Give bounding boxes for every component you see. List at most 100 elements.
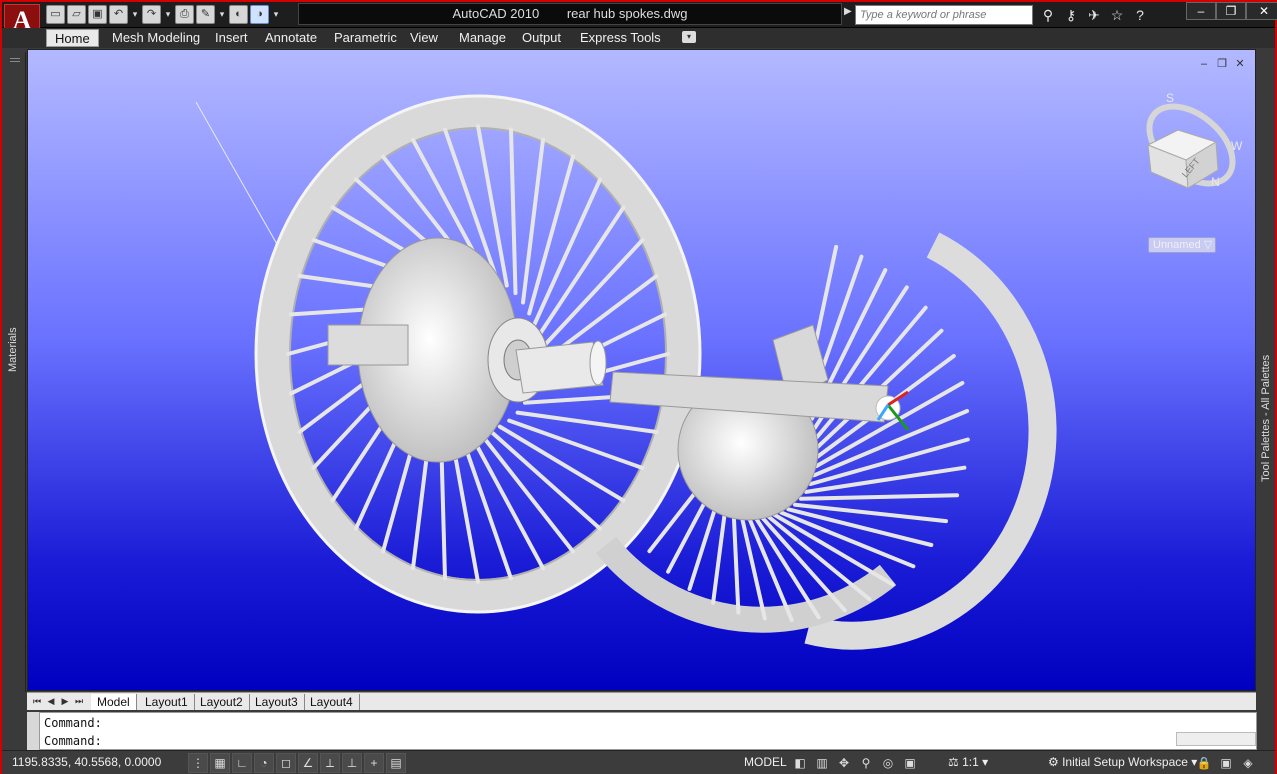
steering-wheel-icon[interactable]: ◎: [878, 753, 898, 773]
lineweight-icon[interactable]: +: [364, 753, 384, 773]
search-input[interactable]: Type a keyword or phrase: [855, 5, 1033, 25]
quick-view-icon[interactable]: ▥: [812, 753, 832, 773]
workspace-switcher[interactable]: ⚙ Initial Setup Workspace ▾: [1048, 755, 1197, 769]
tab-view[interactable]: View: [402, 29, 446, 47]
viewcube[interactable]: LEFT S W N: [1135, 91, 1247, 199]
drawing-viewport[interactable]: LEFT S W N – ❐ ✕ Unnamed ▽: [27, 49, 1256, 691]
open-icon[interactable]: ▱: [67, 5, 86, 24]
materials-palette-label: Materials: [7, 327, 19, 372]
favorites-star-icon[interactable]: ☆: [1107, 5, 1127, 25]
pan-icon[interactable]: ✥: [834, 753, 854, 773]
first-layout-icon[interactable]: ⏮: [31, 695, 43, 708]
tab-parametric[interactable]: Parametric: [326, 29, 405, 47]
file-title: rear hub spokes.dwg: [566, 6, 688, 21]
last-layout-icon[interactable]: ⏭: [73, 695, 85, 708]
command-scrollbar[interactable]: [1176, 732, 1256, 746]
model-space-toggle[interactable]: MODEL: [744, 755, 787, 769]
ducs-icon[interactable]: ⟂: [320, 753, 340, 773]
ribbon-tabs: Home Mesh Modeling Insert Annotate Param…: [2, 28, 1275, 48]
binoculars-icon[interactable]: ⚲: [1038, 5, 1058, 25]
annotation-scale[interactable]: ⚖ 1:1 ▾: [948, 755, 988, 769]
tab-layout2[interactable]: Layout2: [194, 694, 250, 710]
viewport-close-icon[interactable]: ✕: [1233, 58, 1247, 70]
search-expand-icon[interactable]: ▶: [844, 6, 852, 17]
spoke: [757, 512, 847, 613]
close-icon[interactable]: ✕: [1246, 2, 1277, 20]
tab-layout3[interactable]: Layout3: [249, 694, 305, 710]
undo-dropdown-icon[interactable]: ▾: [130, 5, 140, 24]
tab-layout1[interactable]: Layout1: [139, 694, 195, 710]
command-window[interactable]: Command: Command:: [39, 712, 1257, 750]
viewport-minimize-icon[interactable]: –: [1197, 58, 1211, 70]
osnap-icon[interactable]: ◻: [276, 753, 296, 773]
publish-icon[interactable]: ✎: [196, 5, 215, 24]
spoke: [786, 507, 934, 547]
window-title: AutoCAD 2010 rear hub spokes.dwg: [298, 3, 842, 25]
isolate-icon[interactable]: ◈: [1238, 753, 1258, 773]
tool-palettes[interactable]: Tool Palettes - All Palettes: [1258, 52, 1275, 692]
ortho-icon[interactable]: ∟: [232, 753, 252, 773]
materials-palette[interactable]: Materials: [4, 52, 26, 692]
dyn-icon[interactable]: ⊥: [342, 753, 362, 773]
minimize-icon[interactable]: –: [1186, 2, 1216, 20]
coordinate-readout[interactable]: 1195.8335, 40.5568, 0.0000: [12, 755, 161, 769]
undo-icon[interactable]: ↶: [109, 5, 128, 24]
named-view-dropdown[interactable]: Unnamed ▽: [1148, 237, 1216, 253]
redo-dropdown-icon[interactable]: ▾: [163, 5, 173, 24]
status-tray: 🔒 ▣ ◈: [1194, 753, 1258, 773]
plot-icon[interactable]: ⎙: [175, 5, 194, 24]
command-history-line: Command:: [44, 716, 102, 730]
svg-text:W: W: [1231, 139, 1243, 153]
scale-value: 1:1: [962, 755, 979, 769]
app-title: AutoCAD 2010: [452, 6, 540, 21]
zoom-icon[interactable]: ⚲: [856, 753, 876, 773]
viewport-controls: – ❐ ✕: [1197, 58, 1247, 70]
command-grip[interactable]: [27, 712, 39, 750]
key-icon[interactable]: ⚷: [1061, 5, 1081, 25]
redo-icon[interactable]: ↷: [142, 5, 161, 24]
tab-home[interactable]: Home: [46, 29, 99, 47]
cloud-icon[interactable]: ◑: [250, 5, 269, 24]
restore-icon[interactable]: ❐: [1216, 2, 1246, 20]
autocad-window: A ▭ ▱ ▣ ↶ ▾ ↷ ▾ ⎙ ✎ ▾ ◐ ◑ ▾ AutoCAD 2010…: [0, 0, 1277, 774]
tab-mesh-modeling[interactable]: Mesh Modeling: [104, 29, 208, 47]
lock-icon[interactable]: 🔒: [1194, 753, 1214, 773]
grid-icon[interactable]: ▦: [210, 753, 230, 773]
polar-icon[interactable]: ◔: [254, 753, 274, 773]
title-bar: A ▭ ▱ ▣ ↶ ▾ ↷ ▾ ⎙ ✎ ▾ ◐ ◑ ▾ AutoCAD 2010…: [2, 2, 1277, 38]
3d-wheel-model[interactable]: LEFT S W N: [28, 50, 1256, 691]
publish-dropdown-icon[interactable]: ▾: [217, 5, 227, 24]
tab-annotate[interactable]: Annotate: [257, 29, 325, 47]
tab-layout4[interactable]: Layout4: [304, 694, 360, 710]
quick-properties-icon[interactable]: ▤: [386, 753, 406, 773]
drafting-toggles: ⋮ ▦ ∟ ◔ ◻ ∠ ⟂ ⊥ + ▤: [188, 753, 406, 773]
command-prompt[interactable]: Command:: [44, 733, 102, 749]
snap-icon[interactable]: ⋮: [188, 753, 208, 773]
tab-output[interactable]: Output: [514, 29, 569, 47]
svg-text:N: N: [1211, 175, 1220, 189]
spoke: [531, 177, 603, 328]
tab-manage[interactable]: Manage: [451, 29, 514, 47]
palette-grip-icon[interactable]: [10, 58, 20, 62]
qat-customize-icon[interactable]: ▾: [271, 5, 281, 24]
viewport-restore-icon[interactable]: ❐: [1215, 58, 1229, 70]
help-icon[interactable]: ?: [1130, 5, 1150, 25]
layout-icon[interactable]: ◧: [790, 753, 810, 773]
satellite-icon[interactable]: ✈: [1084, 5, 1104, 25]
render-icon[interactable]: ◐: [229, 5, 248, 24]
left-wheel: [254, 94, 702, 614]
workspace-label: Initial Setup Workspace: [1062, 755, 1188, 769]
otrack-icon[interactable]: ∠: [298, 753, 318, 773]
spoke: [799, 493, 960, 501]
spoke: [509, 127, 518, 296]
tab-model[interactable]: Model: [91, 694, 137, 710]
new-icon[interactable]: ▭: [46, 5, 65, 24]
hardware-accel-icon[interactable]: ▣: [1216, 753, 1236, 773]
tab-insert[interactable]: Insert: [207, 29, 256, 47]
save-icon[interactable]: ▣: [88, 5, 107, 24]
prev-layout-icon[interactable]: ◀: [45, 695, 57, 708]
ribbon-minimize-icon[interactable]: ▾: [682, 31, 696, 43]
tab-express-tools[interactable]: Express Tools: [572, 29, 669, 47]
showmotion-icon[interactable]: ▣: [900, 753, 920, 773]
next-layout-icon[interactable]: ▶: [59, 695, 71, 708]
